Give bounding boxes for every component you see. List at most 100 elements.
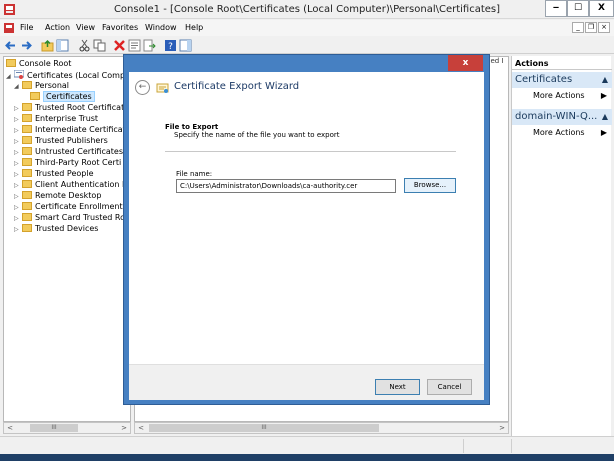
- help-icon[interactable]: ?: [164, 39, 177, 52]
- scroll-thumb[interactable]: III: [30, 424, 78, 432]
- folder-icon: [6, 59, 16, 67]
- expand-arrow-icon[interactable]: ▷: [14, 204, 22, 211]
- tree-item-certificates-local[interactable]: ◢ Certificates (Local Compu: [6, 69, 130, 81]
- copy-icon[interactable]: [93, 39, 106, 52]
- expand-arrow-icon[interactable]: ▷: [14, 182, 22, 189]
- more-actions-link[interactable]: More Actions: [533, 91, 585, 100]
- actions-section-title: domain-WIN-Q...: [515, 111, 598, 122]
- tree-item-smart-card-root[interactable]: ▷ Smart Card Trusted Ro: [14, 213, 125, 224]
- scroll-right-button[interactable]: >: [496, 423, 508, 433]
- tree-item-remote-desktop[interactable]: ▷ Remote Desktop: [14, 191, 101, 202]
- console-tree-pane[interactable]: Console Root ◢ Certificates (Local Compu …: [3, 56, 131, 422]
- scroll-left-button[interactable]: <: [4, 423, 16, 433]
- maximize-button[interactable]: ☐: [567, 0, 589, 17]
- tree-item-console-root[interactable]: Console Root: [6, 59, 71, 70]
- actions-header: Actions: [512, 56, 612, 70]
- expand-arrow-icon[interactable]: ▷: [14, 215, 22, 222]
- expand-arrow-icon[interactable]: ▷: [14, 116, 22, 123]
- scroll-left-button[interactable]: <: [135, 423, 147, 433]
- cut-icon[interactable]: [78, 39, 91, 52]
- expand-arrow-icon[interactable]: ▷: [14, 160, 22, 167]
- scroll-right-button[interactable]: >: [118, 423, 130, 433]
- folder-icon: [22, 125, 32, 133]
- folder-icon: [22, 103, 32, 111]
- expand-arrow-icon[interactable]: ▷: [14, 127, 22, 134]
- menu-window[interactable]: Window: [145, 23, 177, 32]
- properties-icon[interactable]: [128, 39, 141, 52]
- menu-favorites[interactable]: Favorites: [102, 23, 138, 32]
- step-description: Specify the name of the file you want to…: [174, 131, 340, 139]
- menu-view[interactable]: View: [76, 23, 95, 32]
- expand-arrow-icon[interactable]: ▷: [14, 138, 22, 145]
- menu-bar: File Action View Favorites Window Help _…: [0, 20, 614, 36]
- expand-arrow-icon[interactable]: ▷: [14, 149, 22, 156]
- tree-item-trusted-people[interactable]: ▷ Trusted People: [14, 169, 94, 180]
- folder-icon: [22, 81, 32, 89]
- tree-hscrollbar[interactable]: < III >: [3, 422, 131, 434]
- header-divider: [165, 151, 456, 152]
- actions-section-certificates[interactable]: Certificates ▲: [512, 72, 612, 88]
- menu-action[interactable]: Action: [45, 23, 70, 32]
- mdi-close-button[interactable]: ×: [598, 22, 610, 33]
- status-bar: [0, 436, 614, 454]
- tree-item-trusted-root[interactable]: ▷ Trusted Root Certificat: [14, 103, 124, 114]
- delete-icon[interactable]: [113, 39, 126, 52]
- file-name-input[interactable]: [176, 179, 396, 193]
- scroll-thumb[interactable]: III: [149, 424, 379, 432]
- folder-icon: [22, 114, 32, 122]
- window-titlebar: Console1 - [Console Root\Certificates (L…: [0, 0, 614, 19]
- up-folder-icon[interactable]: [41, 39, 54, 52]
- actions-section-title: Certificates: [515, 74, 573, 85]
- wizard-title: Certificate Export Wizard: [174, 81, 300, 92]
- folder-icon: [22, 224, 32, 232]
- back-arrow-icon[interactable]: [4, 39, 17, 52]
- mdi-restore-button[interactable]: ❐: [585, 22, 597, 33]
- wizard-back-button[interactable]: ←: [135, 80, 150, 95]
- folder-icon: [22, 136, 32, 144]
- tree-item-third-party-root[interactable]: ▷ Third-Party Root Certi: [14, 158, 121, 169]
- submenu-arrow-icon: ▶: [600, 91, 607, 100]
- submenu-arrow-icon: ▶: [600, 128, 607, 137]
- expand-arrow-icon[interactable]: ▷: [14, 171, 22, 178]
- dialog-close-button[interactable]: x: [448, 55, 483, 71]
- actions-section-domain[interactable]: domain-WIN-Q... ▲: [512, 109, 612, 125]
- window-title: Console1 - [Console Root\Certificates (L…: [113, 4, 501, 15]
- file-name-label: File name:: [176, 170, 213, 178]
- tree-item-client-auth[interactable]: ▷ Client Authentication I: [14, 180, 124, 191]
- tree-item-enterprise-trust[interactable]: ▷ Enterprise Trust: [14, 114, 98, 125]
- status-divider: [463, 439, 464, 453]
- collapse-arrow-icon[interactable]: ◢: [14, 83, 22, 90]
- tree-item-cert-enrollment[interactable]: ▷ Certificate Enrollment: [14, 202, 123, 213]
- collapse-arrow-icon[interactable]: ◢: [6, 73, 14, 80]
- certificate-snapin-icon: [13, 69, 25, 79]
- cancel-button[interactable]: Cancel: [427, 379, 472, 395]
- tree-item-trusted-publishers[interactable]: ▷ Trusted Publishers: [14, 136, 108, 147]
- browse-button[interactable]: Browse...: [404, 178, 456, 193]
- tree-item-personal-certificates[interactable]: Certificates: [30, 91, 95, 103]
- close-window-button[interactable]: X: [589, 0, 614, 17]
- forward-arrow-icon[interactable]: [20, 39, 33, 52]
- more-actions-link[interactable]: More Actions: [533, 128, 585, 137]
- tree-item-intermediate[interactable]: ▷ Intermediate Certificat: [14, 125, 126, 136]
- collapse-caret-icon[interactable]: ▲: [602, 112, 608, 121]
- menu-file[interactable]: File: [20, 23, 33, 32]
- collapse-caret-icon[interactable]: ▲: [602, 75, 608, 84]
- folder-icon: [22, 180, 32, 188]
- taskbar-strip: [0, 454, 614, 461]
- results-hscrollbar[interactable]: < III >: [134, 422, 509, 434]
- console-menu-icon[interactable]: [4, 23, 14, 33]
- show-action-pane-icon[interactable]: [179, 39, 192, 52]
- wizard-header: ← Certificate Export Wizard: [129, 72, 484, 104]
- show-hide-tree-icon[interactable]: [56, 39, 69, 52]
- menu-help[interactable]: Help: [185, 23, 203, 32]
- folder-icon: [22, 191, 32, 199]
- expand-arrow-icon[interactable]: ▷: [14, 105, 22, 112]
- tree-item-untrusted[interactable]: ▷ Untrusted Certificates: [14, 147, 123, 158]
- expand-arrow-icon[interactable]: ▷: [14, 193, 22, 200]
- tree-item-trusted-devices[interactable]: ▷ Trusted Devices: [14, 224, 98, 235]
- next-button[interactable]: Next: [375, 379, 420, 395]
- expand-arrow-icon[interactable]: ▷: [14, 226, 22, 233]
- mdi-minimize-button[interactable]: _: [572, 22, 584, 33]
- export-list-icon[interactable]: [143, 39, 156, 52]
- minimize-button[interactable]: ‒: [545, 0, 567, 17]
